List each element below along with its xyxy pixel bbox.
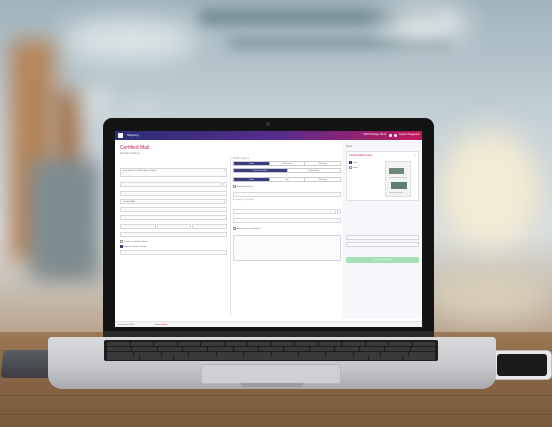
ceiling-light (60, 20, 200, 60)
postage-balance[interactable]: USPS Postage: $0.00 (363, 133, 386, 136)
service-value: Certified Mail (123, 201, 135, 203)
envelope-segment[interactable]: Letter Flat Package (233, 177, 341, 182)
app-title: Shipping (127, 133, 139, 137)
trackpad (201, 364, 341, 384)
column-divider (230, 156, 231, 316)
date-select[interactable] (346, 242, 419, 247)
segment-envelope-package[interactable]: Package (305, 178, 340, 181)
add-button[interactable] (223, 182, 227, 187)
checkbox-icon (233, 227, 236, 230)
radio-selected-icon (349, 161, 352, 164)
create-certified-mail-button[interactable]: Create Certified Mail (346, 257, 419, 263)
state-field[interactable] (120, 215, 227, 220)
restricted-delivery-checkbox[interactable]: Restricted delivery (233, 185, 253, 188)
checkbox-checked-icon (120, 245, 123, 248)
privacy-policy-link[interactable]: Privacy Policy (155, 324, 167, 326)
weight-field[interactable] (233, 192, 341, 197)
lamp (138, 104, 152, 118)
app-header: Shipping USPS Postage: $0.00 Support Sug… (115, 131, 422, 140)
steps-panel: Steps Certified Mail Preview × Letter La… (343, 141, 422, 319)
settings-icon[interactable] (394, 134, 397, 137)
smartphone-right (492, 350, 552, 380)
smartphone-left (0, 350, 54, 378)
radio-icon (349, 166, 352, 169)
sender-select[interactable] (346, 235, 419, 240)
radio-letter[interactable]: Letter (349, 161, 358, 164)
checkbox-icon (120, 240, 123, 243)
return-receipt-checkbox[interactable]: Electronic Return Receipt (120, 245, 146, 248)
segment-first-class[interactable]: First Class Mail (234, 169, 288, 172)
segment-package[interactable]: Package (305, 162, 340, 165)
shelf (30, 160, 100, 280)
accounting-label: Accounting / Reference (233, 199, 254, 201)
support-link[interactable]: Support Suggestion (399, 133, 420, 136)
phone-field[interactable] (120, 232, 227, 237)
segment-envelope-flat[interactable]: Flat (270, 178, 306, 181)
segment-letter[interactable]: Letter (234, 162, 270, 165)
search-button[interactable] (337, 209, 341, 214)
lamp (84, 92, 104, 112)
email-confirmation-checkbox[interactable]: Also email the confirmation (233, 227, 261, 230)
envelope-preview-image (385, 161, 411, 197)
app-logo-icon[interactable] (118, 133, 123, 138)
mail-type-segment[interactable]: Letter Flat/Large Package (233, 161, 341, 166)
laptop-lid: Shipping USPS Postage: $0.00 Support Sug… (103, 118, 434, 338)
recipient-address-value: Jane Doe LLC, 1 Main Street, Suite 1 (123, 170, 157, 172)
page-title: Certified Mail (120, 145, 150, 151)
mailing-options-heading: Mailing Options (233, 157, 250, 160)
chevron-down-icon[interactable]: ▾ (224, 170, 225, 172)
service-field[interactable]: Certified Mail ▾ (120, 199, 227, 204)
company-field[interactable] (120, 191, 227, 196)
chevron-down-icon[interactable]: ▾ (224, 201, 225, 203)
segment-priority[interactable]: Priority Mail (288, 169, 341, 172)
close-icon[interactable]: × (415, 154, 416, 157)
residential-checkbox[interactable]: This is a residential address (120, 240, 148, 243)
keyboard (104, 340, 438, 361)
ceiling-beam (230, 38, 450, 48)
checkbox-icon (233, 185, 236, 188)
segment-flat[interactable]: Flat/Large (270, 162, 306, 165)
ceiling-light (380, 8, 470, 38)
laptop-screen: Shipping USPS Postage: $0.00 Support Sug… (115, 131, 422, 327)
page-subtitle: Recipient Address (120, 152, 141, 155)
window-glow (440, 130, 540, 250)
preview-heading: Certified Mail Preview (349, 154, 373, 157)
lid-notch (241, 383, 303, 387)
radio-label[interactable]: Label (349, 166, 357, 169)
client-matter-field[interactable] (233, 209, 336, 214)
footer-text: Powered by USPS Privacy Policy (118, 323, 168, 326)
zip4-field[interactable] (157, 224, 191, 229)
address-line-field[interactable] (120, 182, 222, 187)
floor-glow (430, 270, 550, 320)
app-footer: Powered by USPS Privacy Policy (115, 321, 422, 327)
notes-field[interactable] (233, 235, 341, 261)
country-field[interactable] (192, 224, 227, 229)
webcam-icon (266, 122, 270, 126)
preview-card: Certified Mail Preview × Letter Label (346, 151, 419, 201)
zip-field[interactable] (120, 224, 156, 229)
segment-envelope-letter[interactable]: Letter (234, 178, 270, 181)
steps-title: Steps (346, 145, 353, 148)
city-field[interactable] (120, 207, 227, 212)
recipient-address-field[interactable]: Jane Doe LLC, 1 Main Street, Suite 1 ▾ (120, 168, 227, 177)
mail-class-segment[interactable]: First Class Mail Priority Mail (233, 168, 341, 173)
laptop-base (48, 337, 496, 389)
custom-reference-field[interactable] (233, 218, 341, 223)
email-field[interactable] (120, 250, 227, 255)
help-icon[interactable] (389, 134, 392, 137)
